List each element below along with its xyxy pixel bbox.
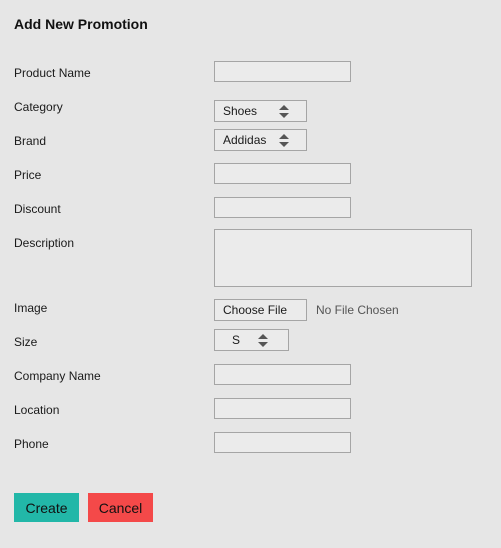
size-label: Size — [14, 335, 38, 349]
size-select-value: S — [232, 333, 241, 347]
location-input[interactable] — [214, 398, 351, 419]
up-down-arrows-icon — [279, 105, 289, 118]
choose-file-button[interactable]: Choose File — [214, 299, 307, 321]
discount-label: Discount — [14, 202, 61, 216]
up-down-arrows-icon — [258, 334, 268, 347]
brand-select[interactable]: Addidas — [214, 129, 307, 151]
category-label: Category — [14, 100, 63, 114]
up-down-arrows-icon — [279, 134, 289, 147]
description-label: Description — [14, 236, 75, 250]
brand-select-value: Addidas — [223, 133, 267, 147]
product-name-input[interactable] — [214, 61, 351, 82]
size-select[interactable]: S — [214, 329, 289, 351]
file-status-text: No File Chosen — [316, 303, 399, 317]
product-name-label: Product Name — [14, 66, 91, 80]
cancel-button[interactable]: Cancel — [88, 493, 153, 522]
description-textarea[interactable] — [214, 229, 472, 287]
image-label: Image — [14, 301, 48, 315]
brand-label: Brand — [14, 134, 47, 148]
add-promotion-form: Add New Promotion Product Name Category … — [0, 0, 501, 548]
choose-file-label: Choose File — [223, 303, 288, 317]
category-select[interactable]: Shoes — [214, 100, 307, 122]
discount-input[interactable] — [214, 197, 351, 218]
company-name-label: Company Name — [14, 369, 101, 383]
price-label: Price — [14, 168, 42, 182]
price-input[interactable] — [214, 163, 351, 184]
phone-label: Phone — [14, 437, 49, 451]
phone-input[interactable] — [214, 432, 351, 453]
category-select-value: Shoes — [223, 104, 258, 118]
company-name-input[interactable] — [214, 364, 351, 385]
form-title: Add New Promotion — [14, 16, 148, 32]
location-label: Location — [14, 403, 60, 417]
create-button[interactable]: Create — [14, 493, 79, 522]
